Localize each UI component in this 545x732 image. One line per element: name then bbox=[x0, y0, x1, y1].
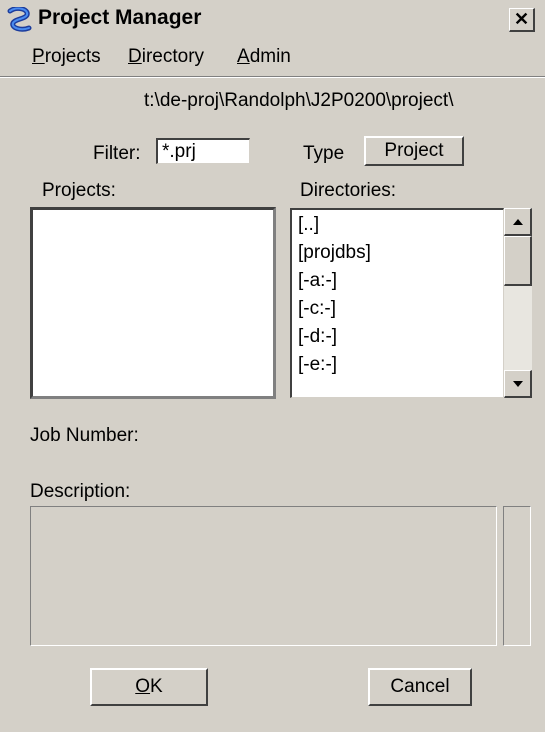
cancel-button-label: Cancel bbox=[390, 676, 450, 697]
menu-directory-accel: D bbox=[128, 46, 142, 67]
filter-label: Filter: bbox=[93, 143, 141, 164]
ok-rest: K bbox=[150, 676, 163, 697]
list-item[interactable]: [-d:-] bbox=[298, 326, 337, 348]
scroll-thumb[interactable] bbox=[504, 236, 532, 286]
cancel-button[interactable]: Cancel bbox=[368, 668, 472, 706]
description-box bbox=[30, 506, 497, 646]
job-number-label: Job Number: bbox=[30, 425, 139, 446]
title-bar[interactable]: Project Manager ✕ bbox=[0, 0, 545, 38]
close-icon: ✕ bbox=[513, 9, 530, 29]
filter-input[interactable]: *.prj bbox=[156, 138, 250, 164]
window-title: Project Manager bbox=[38, 6, 202, 29]
directories-list[interactable]: [..] [projdbs] [-a:-] [-c:-] [-d:-] [-e:… bbox=[290, 208, 504, 398]
type-label: Type bbox=[303, 143, 345, 164]
list-item[interactable]: [-c:-] bbox=[298, 298, 336, 320]
menu-separator bbox=[0, 76, 545, 78]
menu-directory[interactable]: Directory bbox=[128, 46, 204, 68]
list-item[interactable]: [-a:-] bbox=[298, 270, 337, 292]
menu-projects-label: rojects bbox=[44, 46, 101, 67]
current-path: t:\de-proj\Randolph\J2P0200\project\ bbox=[144, 90, 454, 111]
menu-admin[interactable]: Admin bbox=[237, 46, 291, 68]
type-button[interactable]: Project bbox=[364, 136, 464, 166]
description-label: Description: bbox=[30, 481, 131, 502]
list-item[interactable]: [projdbs] bbox=[298, 242, 371, 264]
projects-list[interactable] bbox=[30, 207, 276, 399]
directories-scrollbar[interactable] bbox=[504, 208, 532, 398]
list-item[interactable]: [-e:-] bbox=[298, 354, 337, 376]
filter-value: *.prj bbox=[162, 141, 196, 162]
directories-label: Directories: bbox=[300, 180, 397, 201]
arrow-up-icon bbox=[512, 218, 523, 225]
projects-label: Projects: bbox=[42, 180, 116, 201]
menu-admin-label: dmin bbox=[249, 46, 291, 67]
ok-accel: O bbox=[135, 676, 151, 697]
ok-button-label: OK bbox=[135, 676, 162, 698]
menu-directory-label: irectory bbox=[141, 46, 205, 67]
close-button[interactable]: ✕ bbox=[509, 8, 535, 32]
project-manager-window: Project Manager ✕ Projects Directory Adm… bbox=[0, 0, 545, 732]
menu-projects-accel: P bbox=[32, 46, 45, 67]
type-button-label: Project bbox=[384, 140, 444, 161]
project-manager-app-icon bbox=[7, 7, 32, 32]
scroll-up-button[interactable] bbox=[504, 208, 532, 236]
menu-projects[interactable]: Projects bbox=[32, 46, 101, 68]
menu-bar: Projects Directory Admin bbox=[0, 40, 545, 74]
description-scrollbar[interactable] bbox=[503, 506, 531, 646]
menu-admin-accel: A bbox=[237, 46, 250, 67]
list-item[interactable]: [..] bbox=[298, 214, 319, 236]
ok-button[interactable]: OK bbox=[90, 668, 208, 706]
scroll-down-button[interactable] bbox=[504, 370, 532, 398]
arrow-down-icon bbox=[512, 380, 523, 387]
